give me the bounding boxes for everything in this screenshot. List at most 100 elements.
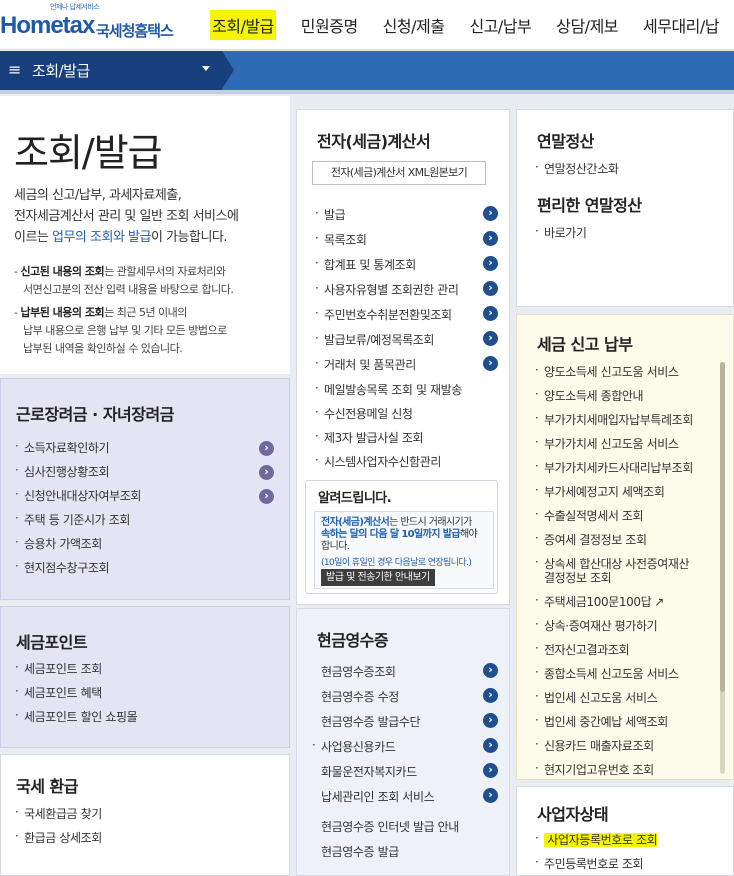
list-item[interactable]: · 사용자유형별 조회권한 관리	[315, 281, 462, 306]
desc-highlight: 업무의 조회와 발급	[52, 230, 151, 245]
hamburger-icon[interactable]: ≡	[8, 60, 21, 79]
list-item[interactable]: 현금영수증 발급수단	[312, 713, 459, 738]
divider	[0, 90, 734, 94]
list-item[interactable]: · 양도소득세 신고도움 서비스	[535, 363, 693, 387]
list-item[interactable]: · 신청안내대상자여부조회	[15, 487, 141, 511]
note-bold: 납부된 내용의 조회	[20, 306, 105, 319]
gnb-item-consult[interactable]: 상담/제보	[556, 10, 618, 40]
arrow-right-icon[interactable]: ›	[483, 738, 498, 753]
taxfile-link-list: · 양도소득세 신고도움 서비스 · 양도소득세 종합안내 · 부가가치세매입자납부특…	[535, 363, 693, 779]
gnb-item-certificate[interactable]: 민원증명	[301, 10, 358, 40]
list-item[interactable]: · 세금포인트 혜택	[15, 684, 137, 708]
list-item[interactable]: · 부가가치세매입자납부특례조회	[535, 411, 693, 435]
notice-text: 전자(세금)계산서는 반드시 거래시기가 속하는 달의 다음 달 10일까지 발…	[321, 517, 478, 553]
list-item[interactable]: · 상속·증여재산 평가하기	[535, 617, 693, 641]
note-bold: 신고된 내용의 조회	[20, 265, 105, 278]
list-item[interactable]: 현금영수증 인터넷 발급 안내	[312, 818, 459, 843]
arrow-right-icon[interactable]: ›	[259, 465, 274, 480]
list-item[interactable]: · 양도소득세 종합안내	[535, 387, 693, 411]
list-item[interactable]: · 현지기업고유번호 조회	[535, 761, 693, 779]
list-item[interactable]: · 부가가치세 신고도움 서비스	[535, 435, 693, 459]
list-item[interactable]: · 상속세 합산대상 사전증여재산	[535, 555, 693, 571]
breadcrumb-title[interactable]: 조회/발급	[32, 60, 90, 81]
arrow-right-icon[interactable]: ›	[483, 356, 498, 371]
arrow-right-icon[interactable]: ›	[483, 763, 498, 778]
arrow-right-icon[interactable]: ›	[483, 206, 498, 221]
list-item[interactable]: · 주택 등 기준시가 조회	[15, 511, 141, 535]
list-item[interactable]: 현금영수증 발급	[312, 843, 459, 868]
list-item[interactable]: 현금영수증 수정	[312, 688, 459, 713]
arrow-right-icon[interactable]: ›	[483, 306, 498, 321]
tax-filing-panel: 세금 신고 납부 · 양도소득세 신고도움 서비스 · 양도소득세 종합안내 · 부가…	[516, 314, 734, 780]
arrow-right-icon[interactable]: ›	[483, 788, 498, 803]
link-label: 양도소득세 신고도움 서비스	[544, 365, 679, 379]
list-item[interactable]: · 법인세 중간예납 세액조회	[535, 713, 693, 737]
list-item[interactable]: · 소득자료확인하기	[15, 439, 141, 463]
list-item[interactable]: · 목록조회	[315, 231, 462, 256]
notice-title: 알려드립니다.	[318, 491, 392, 506]
list-item[interactable]: · 증여세 결정정보 조회	[535, 531, 693, 555]
list-item[interactable]: 화물운전자복지카드	[312, 763, 459, 788]
list-item[interactable]: · 사업용신용카드	[312, 738, 459, 763]
list-item[interactable]: 현금영수증조회	[312, 663, 459, 688]
list-item[interactable]: · 세금포인트 조회	[15, 660, 137, 684]
list-item[interactable]: · 심사진행상황조회	[15, 463, 141, 487]
arrow-right-icon[interactable]: ›	[483, 331, 498, 346]
yearend-link-list-2: · 바로가기	[535, 224, 587, 248]
list-item[interactable]: · 부가세예정고지 세액조회	[535, 483, 693, 507]
scrollbar-thumb[interactable]	[720, 362, 725, 692]
deadline-guide-button[interactable]: 발급 및 전송기한 안내보기	[321, 569, 435, 586]
arrow-right-icon[interactable]: ›	[483, 256, 498, 271]
gnb-item-file-pay[interactable]: 신고/납부	[469, 10, 531, 40]
arrow-right-icon[interactable]: ›	[259, 489, 274, 504]
list-item[interactable]: · 사업자등록번호로 조회	[535, 831, 658, 855]
list-item[interactable]: · 전자신고결과조회	[535, 641, 693, 665]
list-item[interactable]: · 환급금 상세조회	[15, 829, 102, 853]
list-item[interactable]: · 주택세금100문100답 ↗	[535, 593, 693, 617]
list-item[interactable]: · 발급보류/예정목록조회	[315, 331, 462, 356]
list-item[interactable]: · 국세환급금 찾기	[15, 805, 102, 829]
list-item[interactable]: · 발급	[315, 206, 462, 231]
panel-title: 세금포인트	[16, 633, 88, 652]
list-item[interactable]: · 수출실적명세서 조회	[535, 507, 693, 531]
arrow-right-icon[interactable]: ›	[483, 231, 498, 246]
list-item[interactable]: · 메일발송목록 조회 및 재발송	[315, 381, 462, 405]
gnb-item-inquiry[interactable]: 조회/발급	[210, 10, 276, 40]
list-item[interactable]: · 종합소득세 신고도움 서비스	[535, 665, 693, 689]
list-item[interactable]: · 세금포인트 할인 쇼핑몰	[15, 708, 138, 732]
gnb-item-agent[interactable]: 세무대리/납	[643, 10, 720, 40]
list-item[interactable]: · 승용차 가액조회	[15, 535, 141, 559]
list-item-continued[interactable]: 결정정보 조회	[535, 569, 693, 593]
link-label: 부가세예정고지 세액조회	[544, 485, 665, 499]
hometax-logo[interactable]: 언제나 납세서비스 Hometax 국세청홈택스	[0, 2, 180, 46]
list-item[interactable]: · 거래처 및 품목관리	[315, 356, 462, 381]
list-item[interactable]: · 주민번호수취분전환및조회	[315, 306, 462, 331]
list-item[interactable]: · 신용카드 매출자료조회	[535, 737, 693, 761]
arrow-right-icon[interactable]: ›	[483, 688, 498, 703]
gnb-item-apply[interactable]: 신청/제출	[383, 10, 445, 40]
list-item[interactable]: · 수신전용메일 신청	[315, 405, 462, 429]
link-label: 상속·증여재산 평가하기	[544, 619, 658, 633]
panel-scrollbar[interactable]	[720, 362, 725, 774]
arrow-right-icon[interactable]: ›	[259, 441, 274, 456]
list-item[interactable]: 납세관리인 조회 서비스	[312, 788, 459, 818]
list-item[interactable]: · 바로가기	[535, 224, 587, 248]
list-item[interactable]: · 부가가치세카드사대리납부조회	[535, 459, 693, 483]
list-item[interactable]: · 제3자 발급사실 조회	[315, 429, 462, 453]
list-item[interactable]: · 연말정산간소화	[535, 160, 619, 184]
notice-plain: 는 반드시 거래시기가	[389, 517, 472, 528]
link-label: 제3자 발급사실 조회	[324, 431, 424, 445]
list-item[interactable]: · 법인세 신고도움 서비스	[535, 689, 693, 713]
list-item[interactable]: · 시스템사업자수신함관리	[315, 453, 462, 477]
arrow-right-icon[interactable]: ›	[483, 281, 498, 296]
arrow-right-icon[interactable]: ›	[483, 663, 498, 678]
arrow-right-icon[interactable]: ›	[483, 713, 498, 728]
list-item[interactable]: · 현지점수창구조회	[15, 559, 141, 583]
panel-subtitle: 편리한 연말정산	[537, 196, 642, 215]
xml-view-button[interactable]: 전자(세금)계산서 XML원본보기	[312, 161, 486, 185]
link-label: 현금영수증 인터넷 발급 안내	[321, 820, 459, 834]
list-item[interactable]: · 합계표 및 통계조회	[315, 256, 462, 281]
chevron-down-icon[interactable]	[202, 66, 210, 71]
tax-point-panel: 세금포인트 · 세금포인트 조회 · 세금포인트 혜택 · 세금포인트 할인 쇼핑몰	[0, 606, 290, 748]
list-item[interactable]: · 주민등록번호로 조회	[535, 855, 657, 876]
